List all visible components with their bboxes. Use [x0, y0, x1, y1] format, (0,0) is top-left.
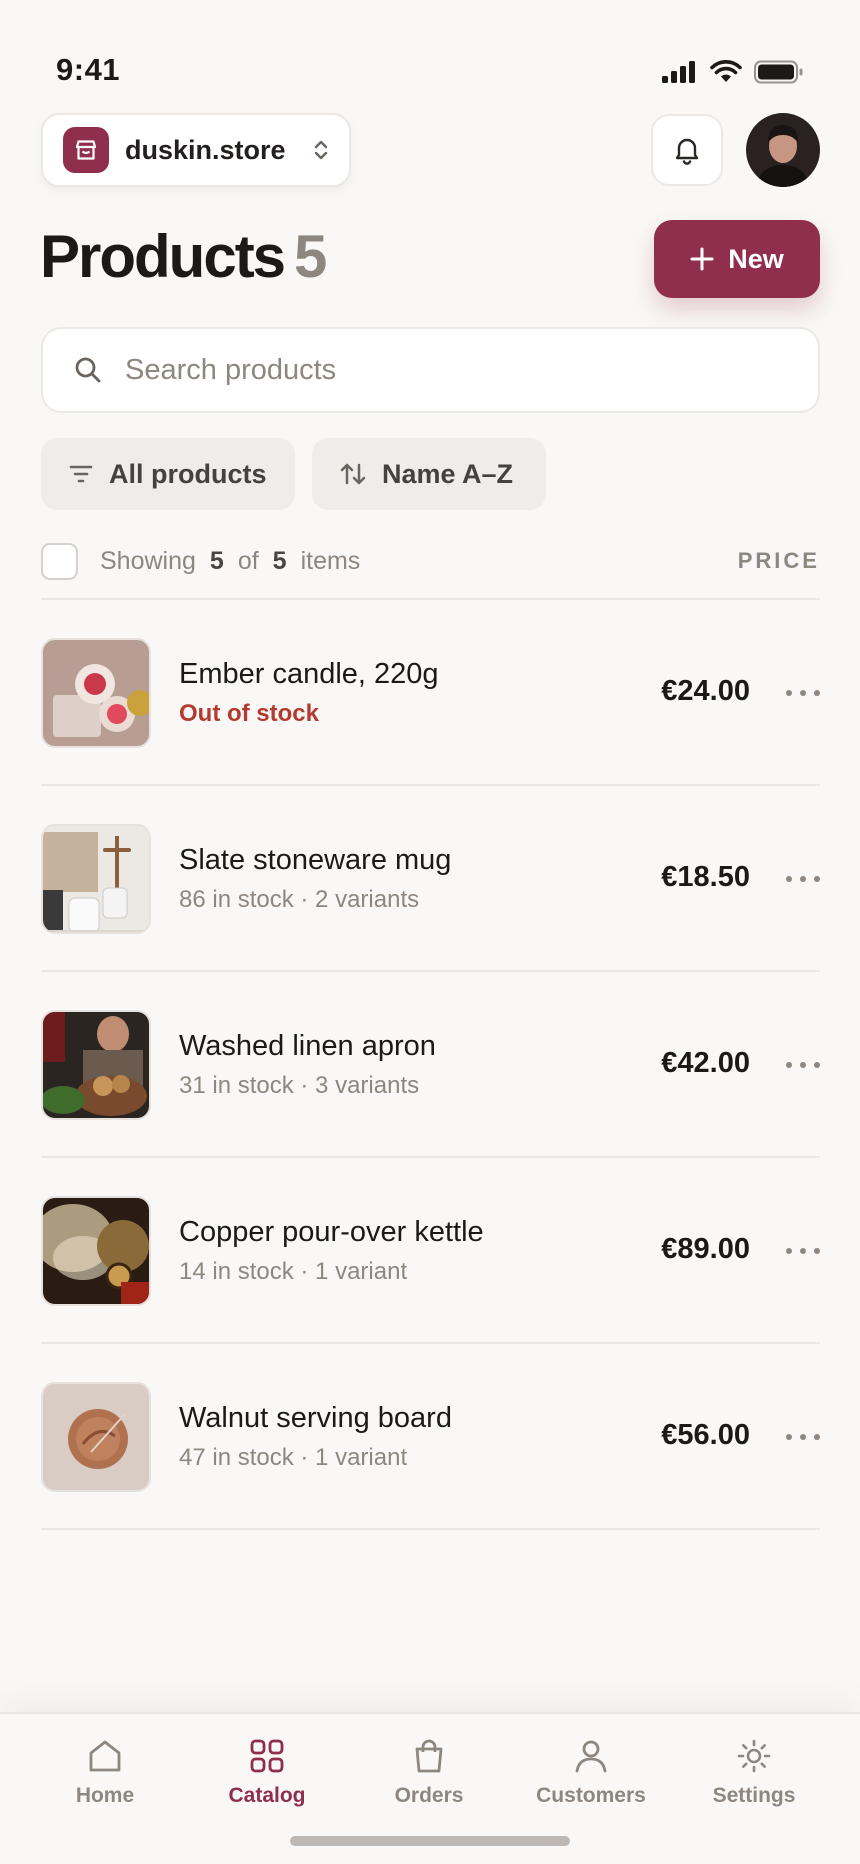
page-title: Products 5	[40, 222, 327, 291]
product-row[interactable]: Ember candle, 220g Out of stock €24.00	[41, 600, 820, 786]
tab-label: Home	[75, 1784, 135, 1807]
sort-label: Name A–Z	[382, 458, 514, 489]
gear-icon	[737, 1739, 771, 1773]
bag-icon	[415, 1739, 443, 1773]
tab-catalog[interactable]: Catalog	[192, 1738, 342, 1808]
person-icon	[575, 1740, 607, 1773]
product-price: €56.00	[661, 1419, 750, 1451]
filter-all-label: All products	[109, 458, 267, 489]
product-stock-info: 14 in stock · 1 variant	[179, 1258, 408, 1285]
product-count: 5	[294, 223, 327, 290]
sort-icon	[340, 463, 366, 485]
product-row[interactable]: Copper pour-over kettle 14 in stock · 1 …	[41, 1158, 820, 1344]
product-stock-info: 86 in stock · 2 variants	[179, 886, 420, 913]
filter-icon	[69, 465, 93, 483]
product-thumbnail	[41, 824, 151, 934]
tab-label: Settings	[712, 1784, 796, 1807]
tab-settings[interactable]: Settings	[679, 1738, 829, 1808]
battery-icon	[754, 60, 803, 84]
product-name: Washed linen apron	[179, 1030, 436, 1062]
tab-label: Orders	[394, 1784, 464, 1807]
plus-icon	[690, 247, 714, 271]
more-options-icon[interactable]	[786, 1424, 820, 1450]
store-switcher[interactable]: duskin.store	[41, 113, 351, 187]
product-price: €89.00	[661, 1233, 750, 1265]
status-time: 9:41	[56, 52, 121, 87]
tab-bar: Home Catalog Orders Customers Settings	[0, 1712, 860, 1864]
tab-label: Catalog	[228, 1784, 306, 1807]
showing-count-text: Showing 5 of 5 items	[100, 546, 361, 575]
status-bar: 9:41	[0, 0, 860, 110]
home-icon	[89, 1740, 121, 1772]
search-icon	[75, 357, 101, 383]
new-button-label: New	[728, 243, 784, 274]
product-name: Ember candle, 220g	[179, 658, 439, 690]
list-header: Showing 5 of 5 items PRICE	[41, 541, 820, 581]
select-all-checkbox[interactable]	[41, 542, 78, 580]
tab-home[interactable]: Home	[30, 1738, 180, 1808]
product-stock-info: 31 in stock · 3 variants	[179, 1072, 420, 1099]
price-column-header: PRICE	[737, 548, 820, 573]
product-name: Slate stoneware mug	[179, 844, 452, 876]
product-thumbnail	[41, 1382, 151, 1492]
search-field[interactable]	[41, 327, 820, 413]
store-name: duskin.store	[125, 134, 286, 165]
grid-icon	[250, 1739, 284, 1773]
tab-orders[interactable]: Orders	[354, 1738, 504, 1808]
more-options-icon[interactable]	[786, 866, 820, 892]
product-thumbnail	[41, 1196, 151, 1306]
sort-chip[interactable]: Name A–Z	[312, 438, 546, 510]
notifications-button[interactable]	[651, 114, 723, 186]
page-title-text: Products	[40, 223, 286, 290]
status-icons	[662, 60, 804, 84]
store-logo-icon	[63, 127, 109, 173]
product-name: Copper pour-over kettle	[179, 1216, 484, 1248]
product-row[interactable]: Walnut serving board 47 in stock · 1 var…	[41, 1344, 820, 1530]
product-thumbnail	[41, 1010, 151, 1120]
bell-icon	[675, 138, 699, 165]
product-name: Walnut serving board	[179, 1402, 452, 1434]
stock-status: Out of stock	[179, 700, 320, 727]
signal-icon	[662, 61, 695, 83]
product-row[interactable]: Washed linen apron 31 in stock · 3 varia…	[41, 972, 820, 1158]
new-product-button[interactable]: New	[654, 220, 820, 298]
more-options-icon[interactable]	[786, 1052, 820, 1078]
product-thumbnail	[41, 638, 151, 748]
filter-all-products-chip[interactable]: All products	[41, 438, 295, 510]
tab-label: Customers	[536, 1784, 646, 1807]
tab-customers[interactable]: Customers	[516, 1738, 666, 1808]
home-indicator	[290, 1836, 570, 1846]
product-row[interactable]: Slate stoneware mug 86 in stock · 2 vari…	[41, 786, 820, 972]
more-options-icon[interactable]	[786, 680, 820, 706]
chevron-up-down-icon	[314, 140, 328, 160]
more-options-icon[interactable]	[786, 1238, 820, 1264]
search-input[interactable]	[125, 353, 765, 387]
product-stock-info: 47 in stock · 1 variant	[179, 1444, 408, 1471]
product-price: €42.00	[661, 1047, 750, 1079]
product-price: €24.00	[661, 675, 750, 707]
wifi-icon	[710, 60, 742, 82]
avatar[interactable]	[746, 113, 820, 187]
product-price: €18.50	[661, 861, 750, 893]
